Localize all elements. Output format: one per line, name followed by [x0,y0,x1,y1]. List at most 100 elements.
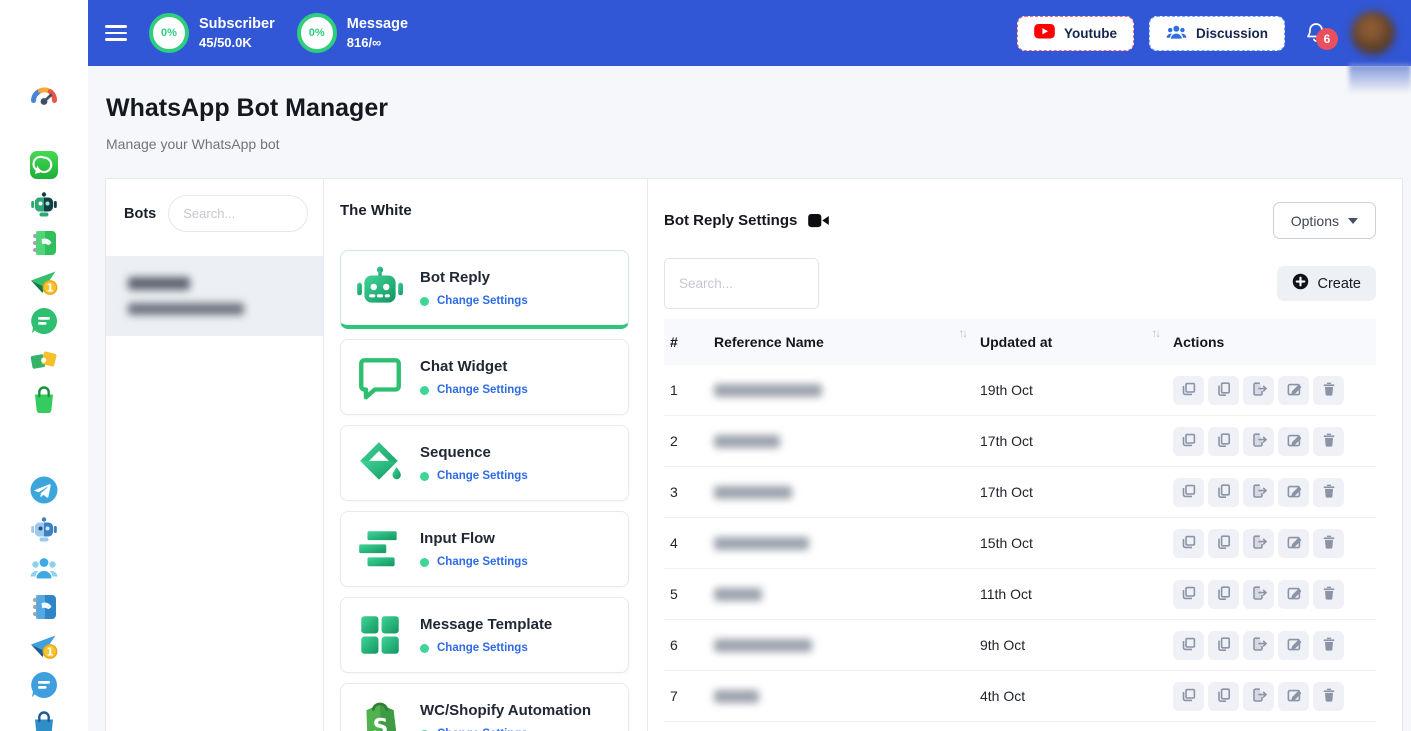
export-button[interactable] [1243,631,1274,660]
youtube-button-label: Youtube [1064,26,1117,41]
shopify-icon: S [355,696,405,731]
export-button[interactable] [1243,376,1274,405]
delete-button[interactable] [1313,529,1344,558]
module-title: Sequence [420,444,491,461]
table-row: 8 [664,722,1376,731]
change-settings-link[interactable]: Change Settings [420,642,552,654]
row-number: 6 [670,637,714,653]
delete-button[interactable] [1313,682,1344,711]
change-settings-link[interactable]: Change Settings [420,295,528,307]
edit-button[interactable] [1278,529,1309,558]
telegram-broadcast-icon[interactable]: 1 [29,631,59,661]
edit-button[interactable] [1278,376,1309,405]
user-avatar[interactable] [1351,11,1395,55]
whatsapp-store-icon[interactable] [29,384,59,414]
export-button[interactable] [1243,529,1274,558]
dashboard-icon[interactable] [29,83,59,113]
delete-button[interactable] [1313,376,1344,405]
copy-button[interactable] [1208,631,1239,660]
change-settings-link[interactable]: Change Settings [420,556,528,568]
whatsapp-bot-icon[interactable] [29,189,59,219]
youtube-icon [1034,24,1055,42]
change-settings-label: Change Settings [437,470,528,482]
row-number: 4 [670,535,714,551]
edit-button[interactable] [1278,427,1309,456]
edit-button[interactable] [1278,478,1309,507]
youtube-button[interactable]: Youtube [1017,16,1134,51]
export-button[interactable] [1243,427,1274,456]
bot-list-item-selected[interactable] [106,256,323,336]
telegram-icon[interactable] [29,475,59,505]
copy-button[interactable] [1208,376,1239,405]
module-card-chat-widget[interactable]: Chat WidgetChange Settings [340,339,629,415]
whatsapp-broadcast-icon[interactable]: 1 [29,267,59,297]
subscriber-percent: 0% [161,27,177,39]
bots-search-input[interactable] [168,195,308,232]
sort-updated-at-icon[interactable]: ↑↓ [1152,328,1160,340]
edit-button[interactable] [1278,580,1309,609]
module-card-shopify[interactable]: SWC/Shopify AutomationChange Settings [340,683,629,731]
table-search-input[interactable] [664,258,819,309]
delete-button[interactable] [1313,427,1344,456]
table-row: 317th Oct [664,467,1376,518]
create-button[interactable]: Create [1277,266,1376,301]
video-tutorial-icon[interactable] [808,213,829,228]
edit-button[interactable] [1278,682,1309,711]
telegram-contacts-icon[interactable] [29,592,59,622]
selected-bot-title: The White [340,202,629,219]
module-card-message-template[interactable]: Message Template Change Settings [340,597,629,673]
change-settings-link[interactable]: Change Settings [420,384,528,396]
delete-icon [1321,636,1337,655]
message-value: 816/∞ [347,35,408,50]
telegram-group-icon[interactable] [29,553,59,583]
table-row: 415th Oct [664,518,1376,569]
whatsapp-contacts-icon[interactable] [29,228,59,258]
whatsapp-icon[interactable] [29,150,59,180]
copy-button[interactable] [1208,478,1239,507]
module-title: Message Template [420,616,552,633]
duplicate-button[interactable] [1173,682,1204,711]
copy-button[interactable] [1208,427,1239,456]
telegram-chat-icon[interactable] [29,670,59,700]
module-card-sequence[interactable]: Sequence Change Settings [340,425,629,501]
copy-button[interactable] [1208,529,1239,558]
export-icon [1251,585,1267,604]
sort-reference-name-icon[interactable]: ↑↓ [959,328,967,340]
duplicate-button[interactable] [1173,478,1204,507]
discussion-button[interactable]: Discussion [1149,16,1285,51]
copy-icon [1216,432,1232,451]
duplicate-button[interactable] [1173,580,1204,609]
export-button[interactable] [1243,580,1274,609]
export-icon [1251,432,1267,451]
whatsapp-integrations-icon[interactable] [29,345,59,375]
module-card-bot-reply[interactable]: Bot ReplyChange Settings [340,250,629,329]
row-actions [1173,376,1376,405]
settings-title: Bot Reply Settings [664,212,797,229]
duplicate-button[interactable] [1173,376,1204,405]
edit-button[interactable] [1278,631,1309,660]
module-card-input-flow[interactable]: Input FlowChange Settings [340,511,629,587]
duplicate-button[interactable] [1173,631,1204,660]
copy-button[interactable] [1208,682,1239,711]
updated-at-value: 17th Oct [980,433,1173,449]
menu-toggle-button[interactable] [105,25,127,40]
telegram-store-icon[interactable] [29,709,59,731]
copy-button[interactable] [1208,580,1239,609]
delete-button[interactable] [1313,580,1344,609]
whatsapp-chat-icon[interactable] [29,306,59,336]
duplicate-button[interactable] [1173,529,1204,558]
options-dropdown-button[interactable]: Options [1273,202,1376,239]
export-button[interactable] [1243,478,1274,507]
duplicate-button[interactable] [1173,427,1204,456]
row-actions [1173,682,1376,711]
export-button[interactable] [1243,682,1274,711]
notification-bell-icon[interactable]: 6 [1304,20,1330,46]
telegram-bot-icon[interactable] [29,514,59,544]
delete-button[interactable] [1313,478,1344,507]
export-icon [1251,483,1267,502]
change-settings-link[interactable]: Change Settings [420,470,528,482]
page-title: WhatsApp Bot Manager [106,94,388,123]
create-button-label: Create [1317,276,1361,292]
delete-button[interactable] [1313,631,1344,660]
copy-icon [1216,483,1232,502]
